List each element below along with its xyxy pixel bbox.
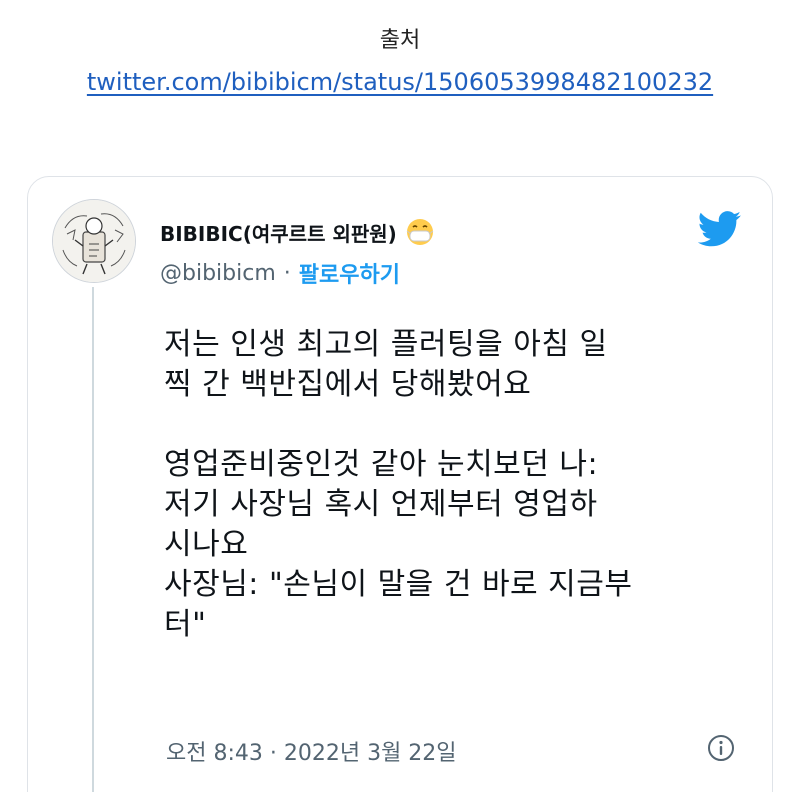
source-link[interactable]: twitter.com/bibibicm/status/150605399848… <box>0 68 800 96</box>
handle[interactable]: @bibibicm <box>160 261 276 286</box>
screenshot-page: 출처 twitter.com/bibibicm/status/150605399… <box>0 0 800 792</box>
tweet-line: 터" <box>164 607 207 642</box>
avatar-illustration <box>53 200 135 282</box>
display-name-row[interactable]: BIBIBIC(여쿠르트 외판원) <box>160 217 435 247</box>
tweet-paragraph-2: 영업준비중인것 같아 눈치보던 나: 저기 사장님 혹시 언제부터 영업하 시나… <box>164 445 744 645</box>
handle-row: @bibibicm · 팔로우하기 <box>160 257 400 289</box>
tweet-line: 시나요 <box>164 527 249 562</box>
info-icon[interactable] <box>706 733 736 763</box>
thread-line <box>92 287 94 792</box>
tweet-line: 영업준비중인것 같아 눈치보던 나: <box>164 447 599 482</box>
tweet-line: 저기 사장님 혹시 언제부터 영업하 <box>164 487 598 522</box>
tweet-line: 저는 인생 최고의 플러팅을 아침 일 <box>164 327 608 362</box>
tweet-line: 찍 간 백반집에서 당해봤어요 <box>164 367 532 402</box>
twitter-bird-icon[interactable] <box>698 211 742 247</box>
tweet-line: 사장님: "손님이 말을 건 바로 지금부 <box>164 567 633 602</box>
tweet-paragraph-1: 저는 인생 최고의 플러팅을 아침 일 찍 간 백반집에서 당해봤어요 <box>164 325 744 405</box>
tweet-text: 저는 인생 최고의 플러팅을 아침 일 찍 간 백반집에서 당해봤어요 영업준비… <box>164 325 744 645</box>
source-label: 출처 <box>379 28 421 53</box>
timestamp[interactable]: 오전 8:43 · 2022년 3월 22일 <box>166 735 457 767</box>
avatar[interactable] <box>52 199 136 283</box>
separator: · <box>283 260 291 286</box>
face-with-medical-mask-icon <box>405 217 435 247</box>
display-name[interactable]: BIBIBIC(여쿠르트 외판원) <box>160 218 397 247</box>
tweet-card[interactable]: BIBIBIC(여쿠르트 외판원) @bibibicm · 팔로우하기 저는 인… <box>27 176 773 792</box>
follow-button[interactable]: 팔로우하기 <box>299 257 400 289</box>
